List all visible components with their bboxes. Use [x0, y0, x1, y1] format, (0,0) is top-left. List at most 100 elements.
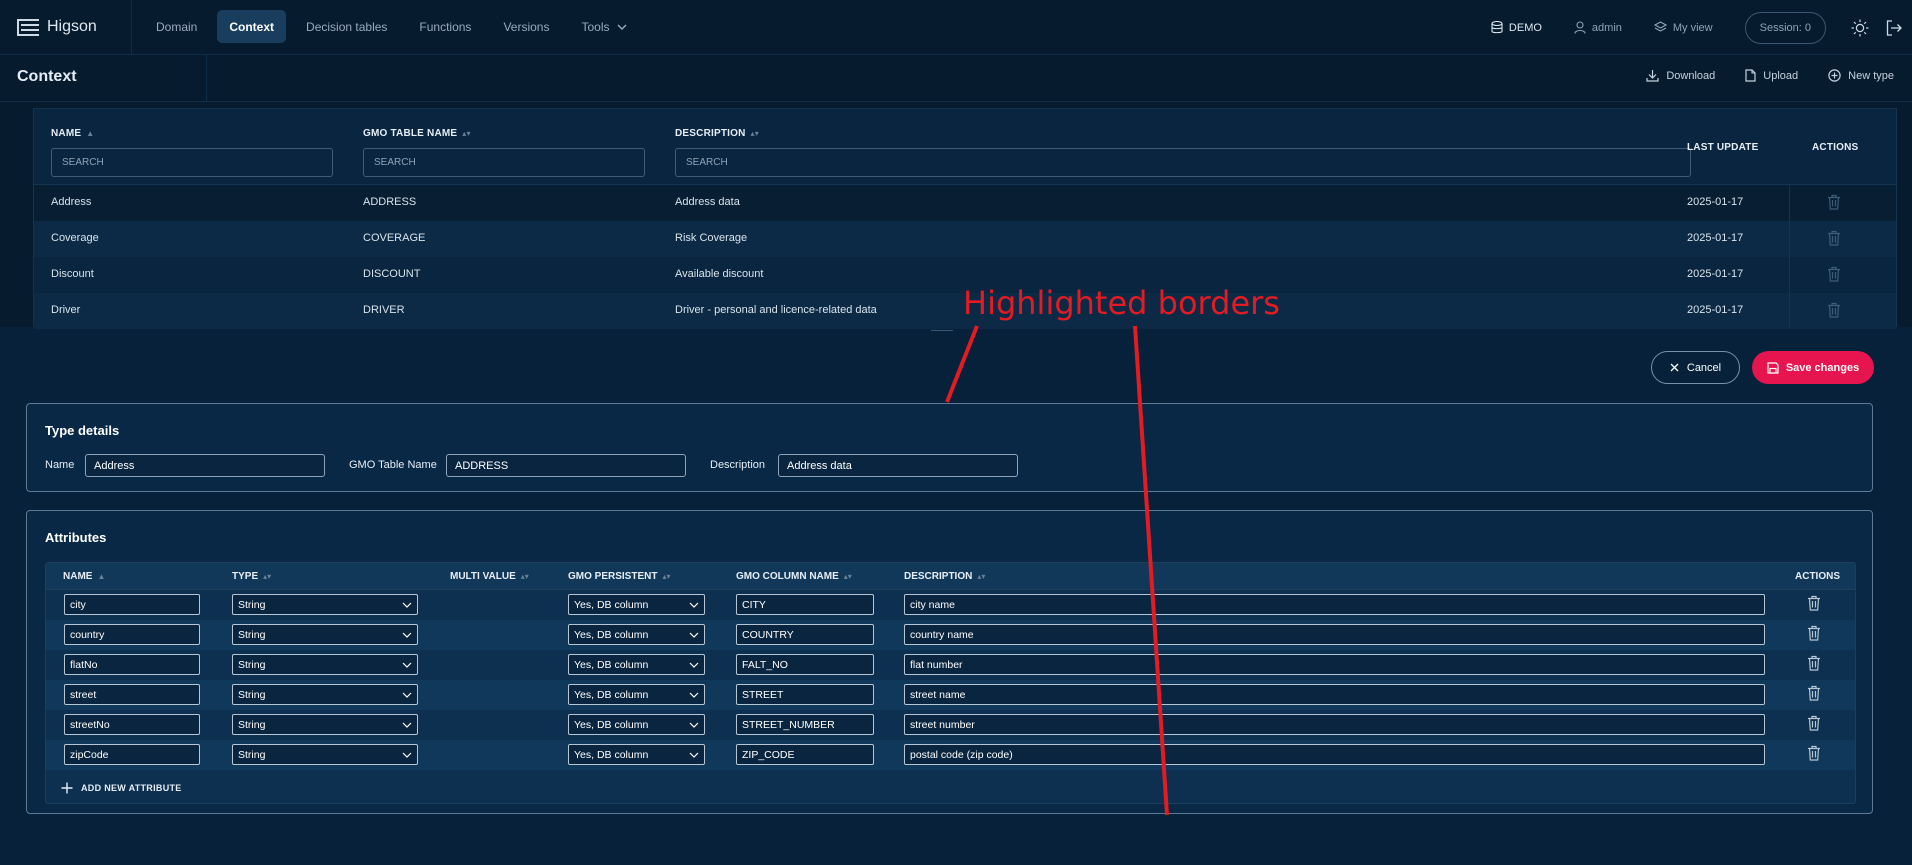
logout-button[interactable] [1884, 18, 1904, 38]
trash-icon[interactable] [1807, 685, 1821, 704]
gmo-persistent-select[interactable]: Yes, DB column [568, 654, 705, 675]
app-logo[interactable]: Higson [17, 15, 97, 39]
row-gmo-table: DISCOUNT [363, 268, 421, 280]
row-last-update: 2025-01-17 [1687, 196, 1744, 208]
gmo-column-name-input[interactable]: STREET [736, 684, 874, 705]
attribute-type-select[interactable]: String [232, 594, 418, 615]
trash-icon[interactable] [1827, 266, 1841, 285]
attribute-name-input[interactable]: streetNo [64, 714, 200, 735]
select-value: Yes, DB column [574, 688, 649, 701]
column-header-last-update: LAST UPDATE [1687, 142, 1759, 153]
column-header-gmo-table-name[interactable]: GMO TABLE NAME ▴▾ [363, 128, 471, 139]
attribute-description-input[interactable]: country name [904, 624, 1765, 645]
column-header-multi-value[interactable]: MULTI VALUE ▴▾ [450, 571, 529, 582]
gmo-table-name-field[interactable]: ADDRESS [446, 454, 686, 477]
theme-toggle[interactable] [1850, 18, 1870, 38]
column-header-label: NAME [51, 128, 82, 139]
gmo-column-name-input[interactable]: STREET_NUMBER [736, 714, 874, 735]
nav-tools[interactable]: Tools [569, 10, 639, 43]
attribute-type-select[interactable]: String [232, 624, 418, 645]
column-header-type[interactable]: TYPE ▴▾ [232, 571, 271, 582]
new-type-button[interactable]: New type [1828, 69, 1894, 82]
upload-button[interactable]: Upload [1745, 69, 1798, 82]
trash-icon[interactable] [1807, 595, 1821, 614]
attribute-description-input[interactable]: city name [904, 594, 1765, 615]
column-header-description[interactable]: DESCRIPTION ▴▾ [904, 571, 985, 582]
attribute-type-select[interactable]: String [232, 654, 418, 675]
type-details-title: Type details [45, 423, 120, 438]
gmo-persistent-select[interactable]: Yes, DB column [568, 624, 705, 645]
gmo-persistent-select[interactable]: Yes, DB column [568, 684, 705, 705]
nav-context[interactable]: Context [217, 10, 287, 43]
gmo-persistent-select[interactable]: Yes, DB column [568, 744, 705, 765]
trash-icon[interactable] [1807, 715, 1821, 734]
add-new-attribute-button[interactable]: ADD NEW ATTRIBUTE [61, 782, 182, 794]
environment-label: DEMO [1508, 21, 1542, 34]
download-button[interactable]: Download [1646, 69, 1715, 82]
gmo-table-name-label: GMO Table Name [349, 459, 437, 471]
gmo-persistent-select[interactable]: Yes, DB column [568, 714, 705, 735]
trash-icon[interactable] [1807, 655, 1821, 674]
sort-icon: ▴▾ [263, 572, 272, 581]
save-changes-button[interactable]: Save changes [1752, 351, 1874, 384]
attribute-description-input[interactable]: postal code (zip code) [904, 744, 1765, 765]
attribute-description-input[interactable]: street number [904, 714, 1765, 735]
gmo-column-name-input[interactable]: CITY [736, 594, 874, 615]
table-row[interactable]: Address ADDRESS Address data 2025-01-17 [34, 185, 1896, 221]
gmo-column-name-input[interactable]: COUNTRY [736, 624, 874, 645]
column-header-name[interactable]: NAME ▲ [51, 128, 94, 139]
attribute-type-select[interactable]: String [232, 684, 418, 705]
column-header-gmo-persistent[interactable]: GMO PERSISTENT ▴▾ [568, 571, 670, 582]
attribute-name-input[interactable]: city [64, 594, 200, 615]
attribute-name-input[interactable]: street [64, 684, 200, 705]
sort-icon: ▲ [86, 129, 95, 138]
attribute-description-input[interactable]: flat number [904, 654, 1765, 675]
description-search-input[interactable]: SEARCH [675, 148, 1691, 177]
name-search-input[interactable]: SEARCH [51, 148, 333, 177]
description-field[interactable]: Address data [778, 454, 1018, 477]
column-header-gmo-column-name[interactable]: GMO COLUMN NAME ▴▾ [736, 571, 852, 582]
gmo-column-name-input[interactable]: FALT_NO [736, 654, 874, 675]
column-header-description[interactable]: DESCRIPTION ▴▾ [675, 128, 759, 139]
download-icon [1646, 70, 1659, 82]
user-name: admin [1591, 21, 1622, 34]
resize-handle[interactable] [931, 330, 953, 333]
nav-domain[interactable]: Domain [144, 10, 209, 43]
main-nav: Domain Context Decision tables Functions… [144, 10, 639, 43]
nav-functions[interactable]: Functions [407, 10, 483, 43]
page-title: Context [17, 68, 77, 85]
row-description: Risk Coverage [675, 232, 748, 244]
save-icon [1767, 361, 1779, 374]
nav-decision-tables[interactable]: Decision tables [294, 10, 399, 43]
trash-icon[interactable] [1807, 625, 1821, 644]
attribute-type-select[interactable]: String [232, 744, 418, 765]
attribute-name-input[interactable]: flatNo [64, 654, 200, 675]
environment-selector[interactable]: DEMO [1491, 21, 1542, 34]
sort-icon: ▴▾ [520, 572, 529, 581]
gmo-persistent-select[interactable]: Yes, DB column [568, 594, 705, 615]
attribute-name-input[interactable]: zipCode [64, 744, 200, 765]
attribute-type-select[interactable]: String [232, 714, 418, 735]
gmo-table-name-search-input[interactable]: SEARCH [363, 148, 645, 177]
trash-icon[interactable] [1827, 230, 1841, 249]
layers-icon [1653, 21, 1667, 32]
gmo-column-name-input[interactable]: ZIP_CODE [736, 744, 874, 765]
nav-versions[interactable]: Versions [491, 10, 561, 43]
column-header-name[interactable]: NAME ▲ [63, 571, 105, 582]
attribute-name-input[interactable]: country [64, 624, 200, 645]
trash-icon[interactable] [1807, 745, 1821, 764]
column-header-label: GMO TABLE NAME [363, 128, 458, 139]
trash-icon[interactable] [1827, 194, 1841, 213]
menu-lines-icon [17, 19, 39, 36]
attribute-description-input[interactable]: street name [904, 684, 1765, 705]
view-selector[interactable]: My view [1653, 21, 1713, 34]
cancel-button[interactable]: Cancel [1651, 351, 1740, 384]
trash-icon[interactable] [1827, 302, 1841, 321]
table-row[interactable]: Coverage COVERAGE Risk Coverage 2025-01-… [34, 221, 1896, 257]
sort-icon: ▴▾ [977, 572, 986, 581]
session-button[interactable]: Session: 0 [1744, 11, 1826, 44]
name-field[interactable]: Address [85, 454, 325, 477]
logout-icon [1886, 19, 1902, 36]
row-gmo-table: ADDRESS [363, 196, 417, 208]
user-menu[interactable]: admin [1574, 21, 1622, 34]
